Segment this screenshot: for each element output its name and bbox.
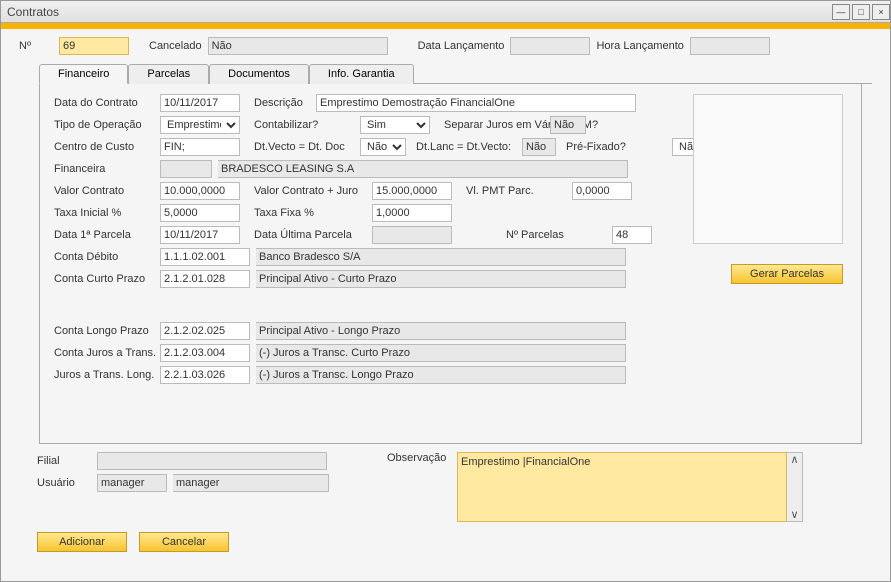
juros-tl-desc: (-) Juros a Transc. Longo Prazo xyxy=(256,366,626,384)
npar-input[interactable] xyxy=(612,226,652,244)
taxafixa-input[interactable] xyxy=(372,204,452,222)
tab-info-garantia[interactable]: Info. Garantia xyxy=(309,64,414,84)
usuario-label: Usuário xyxy=(37,477,91,489)
datalanc-label: Data Lançamento xyxy=(418,40,505,52)
dtlanc-label: Dt.Lanc = Dt.Vecto: xyxy=(416,141,516,153)
data-contrato-label: Data do Contrato xyxy=(54,97,154,109)
descricao-label: Descrição xyxy=(254,97,310,109)
obs-textarea[interactable] xyxy=(457,452,787,522)
vlpmt-label: Vl. PMT Parc. xyxy=(466,185,566,197)
datalanc-input[interactable] xyxy=(510,37,590,55)
num-label: Nº xyxy=(19,40,53,52)
separar-label: Separar Juros em Vários LCM? xyxy=(444,119,544,131)
valor-contrato-label: Valor Contrato xyxy=(54,185,154,197)
window-frame: Contratos — □ × Nº Cancelado Data Lançam… xyxy=(0,0,891,582)
juros-tl-input[interactable] xyxy=(160,366,250,384)
tab-documentos[interactable]: Documentos xyxy=(209,64,309,84)
tab-parcelas[interactable]: Parcelas xyxy=(128,64,209,84)
minimize-button[interactable]: — xyxy=(832,4,850,20)
maximize-button[interactable]: □ xyxy=(852,4,870,20)
separar-input[interactable] xyxy=(550,116,586,134)
image-placeholder xyxy=(693,94,843,244)
dtvecto-select[interactable]: Não xyxy=(360,138,406,156)
data-contrato-input[interactable] xyxy=(160,94,240,112)
financeira-code-input[interactable] xyxy=(160,160,212,178)
conta-lp-desc: Principal Ativo - Longo Prazo xyxy=(256,322,626,340)
financeira-label: Financeira xyxy=(54,163,154,175)
taxaini-label: Taxa Inicial % xyxy=(54,207,154,219)
cancelado-label: Cancelado xyxy=(149,40,202,52)
valor-juro-input[interactable] xyxy=(372,182,452,200)
num-input[interactable] xyxy=(59,37,129,55)
financeira-desc: BRADESCO LEASING S.A xyxy=(218,160,628,178)
adicionar-button[interactable]: Adicionar xyxy=(37,532,127,552)
cancelar-button[interactable]: Cancelar xyxy=(139,532,229,552)
descricao-input[interactable] xyxy=(316,94,636,112)
valor-juro-label: Valor Contrato + Juro xyxy=(254,185,366,197)
conta-cp-input[interactable] xyxy=(160,270,250,288)
tipo-op-select[interactable]: Emprestimo xyxy=(160,116,240,134)
conta-jt-label: Conta Juros a Trans. xyxy=(54,347,154,359)
filial-input[interactable] xyxy=(97,452,327,470)
obs-label: Observação xyxy=(387,452,457,522)
centro-label: Centro de Custo xyxy=(54,141,154,153)
conta-jt-input[interactable] xyxy=(160,344,250,362)
data1p-input[interactable] xyxy=(160,226,240,244)
dataup-label: Data Última Parcela xyxy=(254,229,366,241)
contabilizar-select[interactable]: Sim xyxy=(360,116,430,134)
conta-deb-desc: Banco Bradesco S/A xyxy=(256,248,626,266)
cancelado-input[interactable] xyxy=(208,37,388,55)
obs-scrollbar[interactable]: ∧∨ xyxy=(787,452,803,522)
npar-label: Nº Parcelas xyxy=(506,229,606,241)
taxaini-input[interactable] xyxy=(160,204,240,222)
dtvecto-label: Dt.Vecto = Dt. Doc xyxy=(254,141,354,153)
conta-jt-desc: (-) Juros a Transc. Curto Prazo xyxy=(256,344,626,362)
tab-financeiro[interactable]: Financeiro xyxy=(39,64,128,84)
conta-cp-desc: Principal Ativo - Curto Prazo xyxy=(256,270,626,288)
tipo-op-label: Tipo de Operação xyxy=(54,119,154,131)
horalanc-input[interactable] xyxy=(690,37,770,55)
conta-lp-label: Conta Longo Prazo xyxy=(54,325,154,337)
window-title: Contratos xyxy=(7,5,830,19)
valor-contrato-input[interactable] xyxy=(160,182,240,200)
conta-deb-label: Conta Débito xyxy=(54,251,154,263)
dtlanc-input[interactable] xyxy=(522,138,556,156)
titlebar: Contratos — □ × xyxy=(1,1,890,23)
tab-strip: Financeiro Parcelas Documentos Info. Gar… xyxy=(39,63,872,84)
gerar-parcelas-button[interactable]: Gerar Parcelas xyxy=(731,264,843,284)
taxafixa-label: Taxa Fixa % xyxy=(254,207,366,219)
centro-input[interactable] xyxy=(160,138,240,156)
close-button[interactable]: × xyxy=(872,4,890,20)
conta-deb-input[interactable] xyxy=(160,248,250,266)
juros-tl-label: Juros a Trans. Long. xyxy=(54,369,154,381)
usuario-name-input[interactable] xyxy=(173,474,329,492)
conta-lp-input[interactable] xyxy=(160,322,250,340)
financeiro-panel: Data do Contrato Descrição Tipo de Opera… xyxy=(39,84,862,444)
filial-label: Filial xyxy=(37,455,91,467)
data1p-label: Data 1ª Parcela xyxy=(54,229,154,241)
contabilizar-label: Contabilizar? xyxy=(254,119,354,131)
horalanc-label: Hora Lançamento xyxy=(596,40,683,52)
prefixado-label: Pré-Fixado? xyxy=(566,141,666,153)
dataup-input[interactable] xyxy=(372,226,452,244)
conta-cp-label: Conta Curto Prazo xyxy=(54,273,154,285)
vlpmt-input[interactable] xyxy=(572,182,632,200)
usuario-code-input[interactable] xyxy=(97,474,167,492)
